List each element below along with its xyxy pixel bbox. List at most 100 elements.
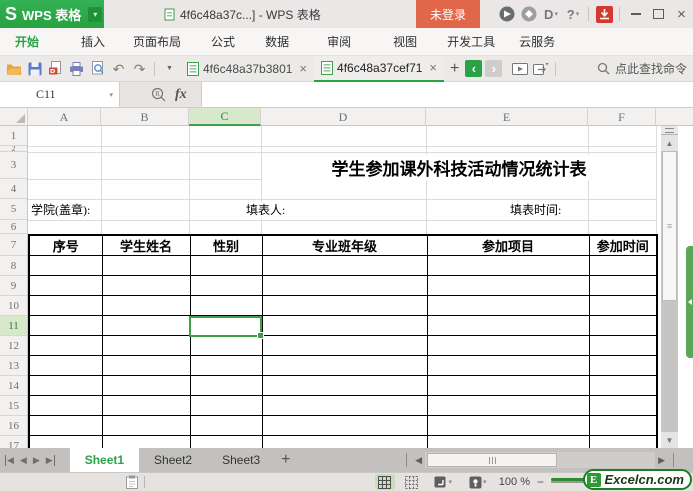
table-cell[interactable] (261, 355, 428, 376)
table-cell[interactable] (261, 315, 428, 336)
import-export-icon[interactable] (530, 58, 551, 80)
normal-view-icon[interactable] (374, 474, 395, 490)
header-cell-class[interactable]: 专业班年级 (261, 234, 428, 256)
vertical-scrollbar[interactable]: ▲ ≡ ▼ (661, 126, 678, 448)
row-header-11[interactable]: 11 (0, 316, 27, 336)
table-cell[interactable] (101, 395, 191, 416)
row-header-15[interactable]: 15 (0, 396, 27, 416)
table-cell[interactable] (261, 375, 428, 396)
formula-input[interactable] (200, 82, 693, 107)
college-label[interactable]: 学院(盖章): (31, 202, 91, 218)
column-header-b[interactable]: B (101, 108, 189, 126)
d-menu-icon[interactable]: D ▾ (540, 3, 562, 25)
table-cell[interactable] (426, 395, 590, 416)
table-cell[interactable] (426, 375, 590, 396)
table-cell[interactable] (261, 395, 428, 416)
header-cell-name[interactable]: 学生姓名 (101, 234, 191, 256)
table-cell[interactable] (101, 275, 191, 296)
row-header-6[interactable]: 6 (0, 220, 27, 234)
table-cell[interactable] (189, 375, 263, 396)
table-cell[interactable] (426, 315, 590, 336)
table-cell[interactable] (101, 315, 191, 336)
horizontal-scrollbar[interactable]: ◀ ▶ (401, 452, 679, 468)
table-cell[interactable] (426, 255, 590, 276)
clipboard-icon[interactable] (126, 475, 138, 489)
next-sheet-icon[interactable]: ▶ (33, 455, 40, 466)
skin-circle-icon[interactable] (518, 3, 540, 25)
row-header-5[interactable]: 5 (0, 199, 27, 220)
menu-tab-insert[interactable]: 插入 (81, 33, 105, 50)
table-cell[interactable] (261, 415, 428, 436)
split-handle[interactable] (661, 126, 678, 135)
doc-tab-2[interactable]: 4f6c48a37cef71 × (314, 55, 445, 82)
column-header-f[interactable]: F (588, 108, 656, 126)
scroll-right-icon[interactable]: ▶ (658, 455, 665, 466)
command-search[interactable]: 点此查找命令 (597, 60, 687, 77)
table-cell[interactable] (588, 315, 658, 336)
table-cell[interactable] (189, 295, 263, 316)
menu-tab-home[interactable]: 开始 (15, 33, 39, 50)
fullscreen-view-icon[interactable]: ▾ (429, 474, 457, 490)
column-header-a[interactable]: A (28, 108, 101, 126)
row-header-17[interactable]: 17 (0, 436, 27, 449)
tab-forward-button[interactable]: › (485, 60, 503, 77)
table-cell[interactable] (28, 395, 103, 416)
table-cell[interactable] (189, 275, 263, 296)
header-cell-project[interactable]: 参加项目 (426, 234, 590, 256)
login-button[interactable]: 未登录 (415, 0, 480, 28)
page-break-view-icon[interactable] (402, 474, 422, 490)
header-cell-seq[interactable]: 序号 (28, 234, 103, 256)
toolbar-options-icon[interactable]: ▼ (159, 58, 180, 80)
table-cell[interactable] (101, 435, 191, 448)
column-header-d[interactable]: D (261, 108, 426, 126)
row-header-4[interactable]: 4 (0, 179, 27, 199)
print-preview-icon[interactable] (87, 58, 108, 80)
table-cell[interactable] (426, 435, 590, 448)
add-sheet-icon[interactable]: + (281, 451, 290, 469)
prev-sheet-icon[interactable]: ◀ (20, 455, 27, 466)
eye-protection-icon[interactable]: ▾ (464, 474, 492, 490)
menu-tab-developer[interactable]: 开发工具 (447, 33, 495, 50)
doc-tab-1[interactable]: 4f6c48a37b3801 × (180, 56, 314, 82)
scroll-left-icon[interactable]: ◀ (415, 455, 422, 466)
wps-logo[interactable]: S WPS 表格 ▾ (0, 0, 104, 28)
play-window-icon[interactable] (509, 58, 530, 80)
table-cell[interactable] (189, 395, 263, 416)
side-panel-handle[interactable] (686, 246, 693, 358)
row-header-9[interactable]: 9 (0, 276, 27, 296)
row-header-14[interactable]: 14 (0, 376, 27, 396)
table-cell[interactable] (261, 435, 428, 448)
preparer-label[interactable]: 填表人: (246, 202, 286, 218)
menu-tab-data[interactable]: 数据 (265, 33, 289, 50)
sheet-tab-3[interactable]: Sheet3 (207, 448, 275, 472)
table-cell[interactable] (588, 435, 658, 448)
tab-back-button[interactable]: ‹ (465, 60, 483, 77)
table-cell[interactable] (189, 415, 263, 436)
table-cell[interactable] (28, 375, 103, 396)
export-pdf-icon[interactable] (45, 58, 66, 80)
row-header-12[interactable]: 12 (0, 336, 27, 356)
horizontal-scroll-thumb[interactable] (427, 453, 558, 467)
tab-close-icon[interactable]: × (429, 60, 437, 75)
table-cell[interactable] (101, 375, 191, 396)
row-header-16[interactable]: 16 (0, 416, 27, 436)
table-cell[interactable] (101, 295, 191, 316)
table-cell[interactable] (189, 335, 263, 356)
row-header-10[interactable]: 10 (0, 296, 27, 316)
table-cell[interactable] (426, 295, 590, 316)
table-cell[interactable] (426, 335, 590, 356)
feedback-circle-icon[interactable] (496, 3, 518, 25)
insert-function-icon[interactable]: fx (175, 87, 187, 103)
wps-menu-caret-icon[interactable]: ▾ (88, 6, 103, 22)
table-cell[interactable] (426, 415, 590, 436)
menu-tab-review[interactable]: 审阅 (327, 33, 351, 50)
new-tab-icon[interactable]: + (450, 60, 459, 78)
table-cell[interactable] (28, 315, 103, 336)
table-cell[interactable] (261, 335, 428, 356)
table-cell[interactable] (28, 335, 103, 356)
table-cell[interactable] (588, 415, 658, 436)
scroll-down-icon[interactable]: ▼ (661, 432, 678, 448)
first-sheet-icon[interactable]: ◀ (5, 454, 14, 466)
table-cell[interactable] (588, 375, 658, 396)
row-header-13[interactable]: 13 (0, 356, 27, 376)
